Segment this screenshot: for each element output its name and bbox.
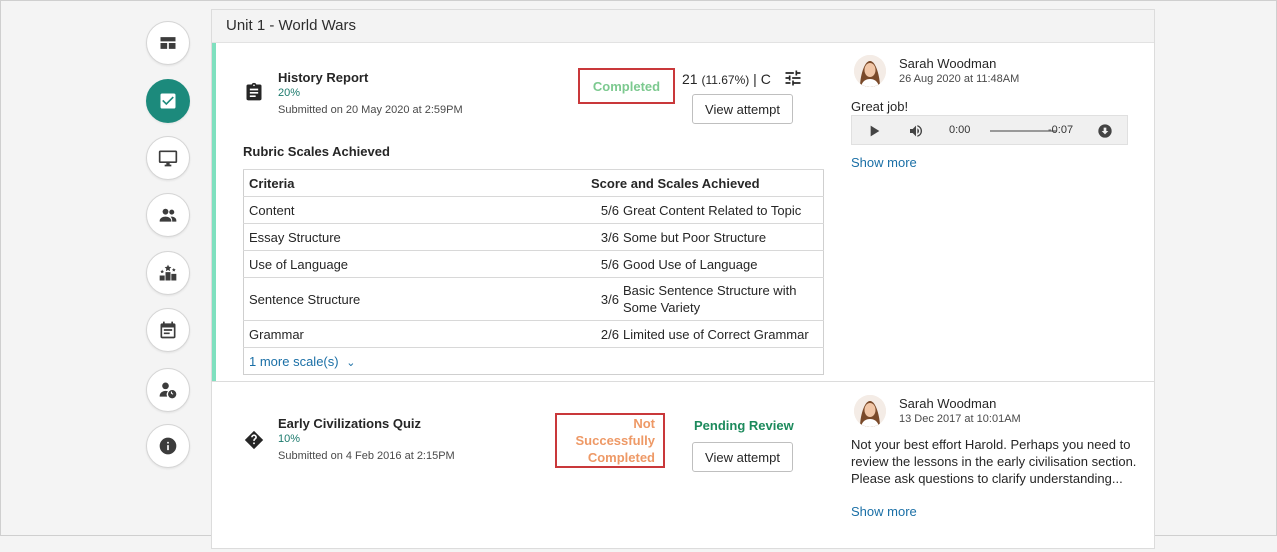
score-display: 21 (11.67%) | C (682, 71, 771, 87)
sidebar-item-dashboard[interactable] (146, 21, 190, 65)
sidebar-item-calendar[interactable] (146, 308, 190, 352)
feedback-date: 26 Aug 2020 at 11:48AM (899, 73, 1020, 85)
sidebar-item-assessments[interactable] (146, 79, 190, 123)
rubric-heading: Rubric Scales Achieved (243, 144, 390, 159)
submission-date: Submitted on 4 Feb 2016 at 2:15PM (278, 450, 455, 462)
checklist-icon (160, 93, 176, 109)
activity-row: History Report 20% Submitted on 20 May 2… (212, 43, 1154, 382)
monitor-icon (158, 150, 178, 167)
more-scales-cell: 1 more scale(s) ⌄ (243, 347, 824, 375)
download-icon[interactable] (1097, 123, 1113, 139)
show-more-link[interactable]: Show more (851, 155, 917, 170)
scale-cell: Some but Poor Structure (619, 223, 824, 251)
status-line: Completed (587, 450, 655, 465)
criteria-cell: Content (243, 196, 594, 224)
criteria-header: Criteria (243, 169, 594, 197)
status-text: Not Successfully Completed (557, 415, 656, 466)
more-scales-link[interactable]: 1 more scale(s) (249, 354, 339, 369)
table-row: Sentence Structure 3/6 Basic Sentence St… (243, 277, 824, 321)
score-cell: 5/6 (594, 250, 619, 278)
status-line: Not Successfully (575, 416, 656, 448)
sidebar-item-people[interactable] (146, 193, 190, 237)
table-row: Use of Language 5/6 Good Use of Language (243, 250, 824, 278)
sidebar-item-attendance[interactable] (146, 368, 190, 412)
feedback-date: 13 Dec 2017 at 10:01AM (899, 413, 1021, 425)
activity-weight: 10% (278, 433, 301, 445)
scale-cell: Basic Sentence Structure with Some Varie… (619, 277, 824, 321)
volume-icon[interactable] (908, 123, 924, 139)
clipboard-icon (244, 82, 264, 102)
activity-title[interactable]: Early Civilizations Quiz (278, 416, 421, 431)
feedback-author: Sarah Woodman (899, 56, 997, 71)
score-value: 21 (682, 71, 698, 87)
dashboard-icon (160, 37, 176, 49)
pending-review-label: Pending Review (694, 418, 794, 433)
view-attempt-button[interactable]: View attempt (692, 94, 793, 124)
avatar (854, 395, 886, 427)
show-more-link[interactable]: Show more (851, 504, 917, 519)
audio-current-time: 0:00 (949, 124, 971, 136)
sidebar-item-leaderboard[interactable] (146, 251, 190, 295)
score-header: Score and Scales Achieved (591, 169, 824, 197)
feedback-text: Not your best effort Harold. Perhaps you… (851, 437, 1137, 486)
leaderboard-icon (159, 264, 177, 281)
audio-remaining-time: -0:07 (1048, 124, 1074, 136)
audio-player: 0:00 -0:07 (851, 115, 1128, 145)
activity-row: Early Civilizations Quiz 10% Submitted o… (212, 382, 1154, 552)
unit-title: Unit 1 - World Wars (212, 10, 1154, 43)
calendar-icon (160, 321, 176, 339)
score-percent: (11.67%) (701, 73, 750, 87)
info-icon (159, 437, 177, 455)
status-badge: Completed (578, 68, 675, 104)
adjust-score-icon[interactable] (783, 68, 803, 88)
score-cell: 5/6 (594, 196, 619, 224)
criteria-cell: Grammar (243, 320, 594, 348)
rubric-header-row: Criteria Score and Scales Achieved (243, 169, 824, 197)
scale-cell: Limited use of Correct Grammar (619, 320, 824, 348)
activity-weight: 20% (278, 87, 301, 99)
score-cell: 2/6 (594, 320, 619, 348)
unit-card: Unit 1 - World Wars History Report 20% S… (211, 9, 1155, 549)
feedback-text: Great job! (851, 99, 909, 114)
sidebar (1, 1, 201, 537)
avatar (854, 55, 886, 87)
table-row: Content 5/6 Great Content Related to Top… (243, 196, 824, 224)
status-badge: Not Successfully Completed (555, 413, 665, 468)
feedback-author: Sarah Woodman (899, 396, 997, 411)
activity-title[interactable]: History Report (278, 70, 368, 85)
submission-date: Submitted on 20 May 2020 at 2:59PM (278, 104, 463, 116)
rubric-table: Criteria Score and Scales Achieved Conte… (243, 169, 824, 375)
user-clock-icon (159, 382, 177, 399)
score-cell: 3/6 (594, 277, 619, 321)
chevron-down-icon[interactable]: ⌄ (346, 357, 355, 369)
scale-cell: Good Use of Language (619, 250, 824, 278)
score-grade: | C (753, 71, 771, 87)
criteria-cell: Sentence Structure (243, 277, 594, 321)
score-cell: 3/6 (594, 223, 619, 251)
people-icon (159, 208, 177, 222)
criteria-cell: Essay Structure (243, 223, 594, 251)
quiz-diamond-icon (244, 430, 264, 450)
view-attempt-button[interactable]: View attempt (692, 442, 793, 472)
active-row-indicator (212, 43, 216, 381)
table-row: Essay Structure 3/6 Some but Poor Struct… (243, 223, 824, 251)
sidebar-item-screen[interactable] (146, 136, 190, 180)
audio-progress-bar[interactable] (990, 130, 1056, 132)
more-scales-row: 1 more scale(s) ⌄ (243, 347, 824, 375)
play-icon[interactable] (866, 123, 882, 139)
scale-cell: Great Content Related to Topic (619, 196, 824, 224)
table-row: Grammar 2/6 Limited use of Correct Gramm… (243, 320, 824, 348)
criteria-cell: Use of Language (243, 250, 594, 278)
sidebar-item-info[interactable] (146, 424, 190, 468)
